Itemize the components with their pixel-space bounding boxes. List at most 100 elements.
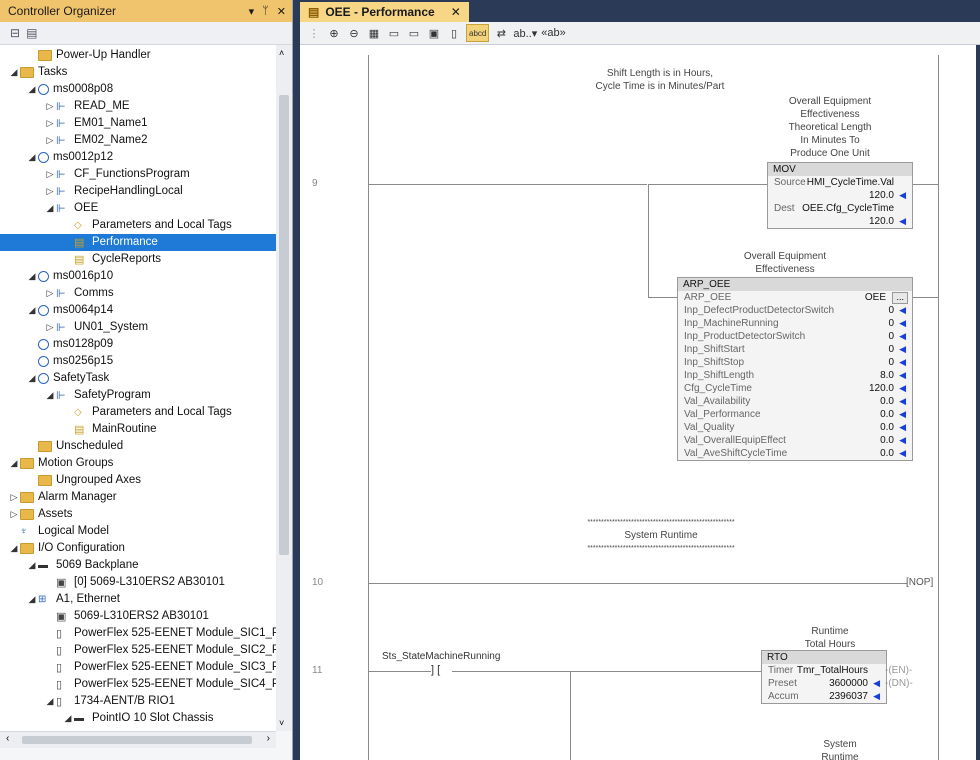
collapse-arrow-icon[interactable]: ◢: [8, 540, 20, 557]
operand-value[interactable]: HMI_CycleTime.Val: [807, 176, 894, 189]
tag-view-icon[interactable]: ⇄: [493, 25, 509, 41]
operand-row[interactable]: Timer Tmr_TotalHours: [762, 664, 886, 677]
collapse-arrow-icon[interactable]: ◢: [44, 200, 56, 217]
collapse-arrow-icon[interactable]: ◢: [8, 455, 20, 472]
expand-arrow-icon[interactable]: ▷: [8, 506, 20, 523]
operand-row[interactable]: 120.0 ◀: [768, 215, 912, 228]
zoom-in-icon[interactable]: ⊕: [326, 25, 342, 41]
collapse-arrow-icon[interactable]: ◢: [44, 693, 56, 710]
operand-value[interactable]: 8.0: [880, 369, 894, 382]
tree-item[interactable]: ▤ MainRoutine: [0, 421, 157, 438]
tree-item[interactable]: ◢ SafetyTask: [0, 370, 109, 387]
tag-highlight-icon[interactable]: «ab»: [541, 25, 565, 41]
tree-item[interactable]: ▤ CycleReports: [0, 251, 161, 268]
scroll-left-icon[interactable]: ‹: [6, 733, 9, 744]
operand-row[interactable]: Cfg_CycleTime 120.0 ◀: [678, 382, 912, 395]
collapse-arrow-icon[interactable]: ◢: [26, 557, 38, 574]
operand-value[interactable]: 0.0: [880, 395, 894, 408]
operand-value[interactable]: 0: [888, 356, 894, 369]
pin-icon[interactable]: ᛘ: [262, 5, 269, 18]
operand-value[interactable]: 0: [888, 317, 894, 330]
operand-value[interactable]: 0.0: [880, 408, 894, 421]
operand-row[interactable]: Dest OEE.Cfg_CycleTime: [768, 202, 912, 215]
tree-item[interactable]: ▯ PowerFlex 525-EENET Module_SIC4_PF: [0, 676, 276, 693]
dropdown-icon[interactable]: ▾: [249, 5, 255, 18]
close-icon[interactable]: ✕: [277, 5, 286, 18]
tree-item[interactable]: ◢ ms0016p10: [0, 268, 113, 285]
operand-value[interactable]: 120.0: [869, 215, 894, 228]
operand-value[interactable]: 0.0: [880, 434, 894, 447]
tree-item[interactable]: ▷ Alarm Manager: [0, 489, 117, 506]
tree-item[interactable]: ▷ ⊩ READ_ME: [0, 98, 130, 115]
tree-item[interactable]: Ungrouped Axes: [0, 472, 141, 489]
display-format-dropdown[interactable]: ab..▾: [513, 25, 537, 41]
tree-item[interactable]: Unscheduled: [0, 438, 123, 455]
operand-row[interactable]: Inp_DefectProductDetectorSwitch 0 ◀: [678, 304, 912, 317]
tree-vertical-scrollbar[interactable]: ˄ ˅: [276, 45, 292, 731]
tree-item[interactable]: ▯ PowerFlex 525-EENET Module_SIC1_PF: [0, 625, 276, 642]
tree-item[interactable]: ▷ ⊩ CF_FunctionsProgram: [0, 166, 190, 183]
expand-arrow-icon[interactable]: ▷: [44, 285, 56, 302]
expand-arrow-icon[interactable]: ▷: [44, 132, 56, 149]
operand-row[interactable]: Preset 3600000 ◀: [762, 677, 886, 690]
scroll-thumb[interactable]: [279, 95, 289, 555]
mov-instruction[interactable]: MOV Source HMI_CycleTime.Val 120.0 ◀ Dest OEE…: [767, 162, 913, 229]
show-descriptions-button[interactable]: abcd: [466, 24, 490, 42]
scroll-down-icon[interactable]: ˅: [279, 718, 284, 728]
operand-row[interactable]: Val_Availability 0.0 ◀: [678, 395, 912, 408]
nop-instruction[interactable]: [NOP]: [906, 577, 933, 588]
tree-item[interactable]: ♆ Logical Model: [0, 523, 109, 540]
rto-instruction[interactable]: RTO Timer Tmr_TotalHours Preset 3600000 ◀ Acc…: [761, 650, 887, 704]
tree-item[interactable]: ◢ ▯ 1734-AENT/B RIO1: [0, 693, 175, 710]
contact-tag-name[interactable]: Sts_StateMachineRunning: [382, 651, 500, 662]
tree-item[interactable]: ▯ PowerFlex 525-EENET Module_SIC2_PF: [0, 642, 276, 659]
expand-arrow-icon[interactable]: ▷: [44, 115, 56, 132]
tree-item[interactable]: ◢ ⊩ SafetyProgram: [0, 387, 151, 404]
operand-value[interactable]: 3600000: [829, 677, 868, 690]
tree-item[interactable]: ▷ Assets: [0, 506, 73, 523]
tree-item[interactable]: ▣ [0] 5069-L310ERS2 AB30101: [0, 574, 225, 591]
tree-item[interactable]: ◢ Tasks: [0, 64, 67, 81]
xic-contact[interactable]: ] [: [431, 664, 440, 676]
copy-icon[interactable]: ▯: [446, 25, 462, 41]
operand-value[interactable]: Tmr_TotalHours: [797, 664, 868, 677]
hscroll-thumb[interactable]: [22, 736, 252, 744]
tree-item[interactable]: ▤ Performance: [0, 234, 276, 251]
tree-item[interactable]: ▣ 5069-L310ERS2 AB30101: [0, 608, 209, 625]
expand-arrow-icon[interactable]: ▷: [44, 166, 56, 183]
arp-oee-instruction[interactable]: ARP_OEE ARP_OEE OEE... Inp_DefectProductDe…: [677, 277, 913, 461]
tree-item[interactable]: ◢ ⊞ A1, Ethernet: [0, 591, 120, 608]
tree-item[interactable]: ◇ Parameters and Local Tags: [0, 217, 232, 234]
tree-item[interactable]: ◢ Motion Groups: [0, 455, 113, 472]
collapse-arrow-icon[interactable]: ◢: [26, 591, 38, 608]
tab-close-icon[interactable]: ✕: [451, 5, 461, 19]
tree-item[interactable]: ▯ PowerFlex 525-EENET Module_SIC3_PF: [0, 659, 276, 676]
expand-arrow-icon[interactable]: ▷: [44, 319, 56, 336]
tree-item[interactable]: ▷ ⊩ RecipeHandlingLocal: [0, 183, 183, 200]
expand-all-icon[interactable]: ▤: [26, 26, 37, 40]
tree-item[interactable]: ◢ ms0012p12: [0, 149, 113, 166]
bookmark-icon[interactable]: ▭: [386, 25, 402, 41]
operand-row[interactable]: Accum 2396037 ◀: [762, 690, 886, 703]
operand-row[interactable]: Inp_MachineRunning 0 ◀: [678, 317, 912, 330]
collapse-all-icon[interactable]: ⊟: [10, 26, 20, 40]
rung-number[interactable]: 9: [312, 178, 318, 189]
operand-row[interactable]: Val_OverallEquipEffect 0.0 ◀: [678, 434, 912, 447]
operand-row[interactable]: Inp_ProductDetectorSwitch 0 ◀: [678, 330, 912, 343]
collapse-arrow-icon[interactable]: ◢: [26, 81, 38, 98]
tree-item[interactable]: Power-Up Handler: [0, 47, 151, 64]
tree-item[interactable]: ms0256p15: [0, 353, 113, 370]
scroll-right-icon[interactable]: ›: [267, 733, 270, 744]
operand-row[interactable]: 120.0 ◀: [768, 189, 912, 202]
rung-number[interactable]: 11: [312, 665, 322, 676]
scroll-up-icon[interactable]: ˄: [279, 48, 284, 58]
expand-arrow-icon[interactable]: ▷: [8, 489, 20, 506]
collapse-arrow-icon[interactable]: ◢: [62, 710, 74, 727]
tree-item[interactable]: ▷ ⊩ UN01_System: [0, 319, 149, 336]
zoom-out-icon[interactable]: ⊖: [346, 25, 362, 41]
editor-scrollbar[interactable]: [976, 45, 980, 760]
verify-icon[interactable]: ▦: [366, 25, 382, 41]
operand-row[interactable]: Source HMI_CycleTime.Val: [768, 176, 912, 189]
operand-value[interactable]: 0: [888, 343, 894, 356]
operand-value[interactable]: 2396037: [829, 690, 868, 703]
